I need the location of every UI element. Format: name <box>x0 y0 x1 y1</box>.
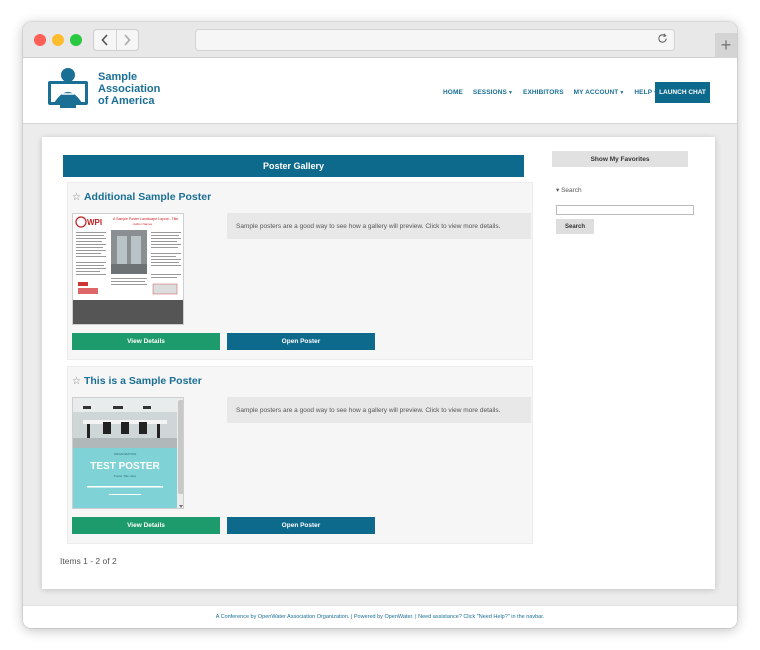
open-poster-button[interactable]: Open Poster <box>227 517 375 534</box>
thumb-heading-1: A Sample Poster Landscape Layout - Title <box>113 217 178 221</box>
poster-description: Sample posters are a good way to see how… <box>227 397 531 423</box>
logo-icon <box>48 68 88 108</box>
forward-button[interactable] <box>115 30 139 50</box>
browser-titlebar: + <box>23 22 737 58</box>
thumb-heading-2: TEST POSTER <box>90 461 160 472</box>
nav-home-label: HOME <box>443 89 463 96</box>
back-button[interactable] <box>94 30 116 50</box>
content-area: Poster Gallery ☆ Additional Sample Poste… <box>23 125 737 605</box>
caret-down-icon: ▼ <box>507 90 514 96</box>
chevron-right-icon <box>124 34 131 46</box>
thumb-sub-2: Poster Title Here <box>114 474 137 478</box>
main-panel: Poster Gallery ☆ Additional Sample Poste… <box>42 137 715 589</box>
poster-title[interactable]: ☆ Additional Sample Poster <box>72 191 211 203</box>
poster-thumbnail[interactable]: WPI A Sample Poster Landscape Layout - T… <box>72 213 184 325</box>
gallery-title: Poster Gallery <box>63 155 524 177</box>
nav-exhibitors[interactable]: EXHIBITORS <box>523 89 564 96</box>
poster-card: ☆ This is a Sample Poster ORGANIZATION T… <box>67 366 533 544</box>
poster-title[interactable]: ☆ This is a Sample Poster <box>72 375 202 387</box>
history-nav <box>93 29 139 51</box>
chevron-left-icon <box>101 34 108 46</box>
search-button[interactable]: Search <box>556 219 594 234</box>
maximize-window-button[interactable] <box>70 34 82 46</box>
poster-card: ☆ Additional Sample Poster WPI A Sample … <box>67 182 533 360</box>
star-icon[interactable]: ☆ <box>72 376 81 387</box>
site-footer: A Conference by OpenWater Association Or… <box>23 605 737 628</box>
new-tab-button[interactable]: + <box>715 33 737 58</box>
caret-down-icon: ▼ <box>619 90 625 96</box>
main-nav: HOME SESSIONS▼ EXHIBITORS MY ACCOUNT▼ HE… <box>443 89 658 96</box>
thumb-sub-1: Author Names <box>133 222 153 226</box>
pagination-info: Items 1 - 2 of 2 <box>60 556 117 566</box>
star-icon[interactable]: ☆ <box>72 192 81 203</box>
nav-exhibitors-label: EXHIBITORS <box>523 89 564 96</box>
poster-title-text: Additional Sample Poster <box>83 191 212 203</box>
open-poster-button[interactable]: Open Poster <box>227 333 375 350</box>
launch-chat-button[interactable]: LAUNCH CHAT <box>655 82 710 103</box>
search-input[interactable] <box>556 205 694 215</box>
nav-sessions[interactable]: SESSIONS▼ <box>473 89 513 96</box>
view-details-button[interactable]: View Details <box>72 333 220 350</box>
nav-sessions-label: SESSIONS <box>472 89 507 96</box>
poster-thumbnail[interactable]: ORGANIZATION TEST POSTER Poster Title He… <box>72 397 184 509</box>
nav-my-account-label: MY ACCOUNT <box>573 89 619 96</box>
poster-title-text: This is a Sample Poster <box>83 375 202 387</box>
logo-line-2: Association <box>98 83 161 95</box>
reload-icon[interactable] <box>657 32 668 47</box>
close-window-button[interactable] <box>34 34 46 46</box>
show-favorites-button[interactable]: Show My Favorites <box>552 151 688 167</box>
view-details-button[interactable]: View Details <box>72 517 220 534</box>
minimize-window-button[interactable] <box>52 34 64 46</box>
thumb-org: ORGANIZATION <box>114 452 137 456</box>
poster-description: Sample posters are a good way to see how… <box>227 213 531 239</box>
address-bar[interactable] <box>195 29 675 51</box>
poster-thumbnail-image: ORGANIZATION TEST POSTER Poster Title He… <box>73 398 183 508</box>
nav-help-label: HELP <box>634 89 653 96</box>
thumb-wpi: WPI <box>87 218 102 227</box>
search-toggle[interactable]: ▾ Search <box>556 186 582 194</box>
footer-text[interactable]: A Conference by OpenWater Association Or… <box>216 614 545 620</box>
browser-window: + Sample Association of America HOME SES… <box>23 22 737 628</box>
logo-line-3: of America <box>98 95 155 107</box>
poster-thumbnail-image: WPI A Sample Poster Landscape Layout - T… <box>73 214 183 324</box>
nav-my-account[interactable]: MY ACCOUNT▼ <box>574 89 625 96</box>
site-logo-text[interactable]: Sample Association of America <box>98 71 178 107</box>
site-header: Sample Association of America HOME SESSI… <box>23 58 737 124</box>
nav-home[interactable]: HOME <box>443 89 463 96</box>
logo-line-1: Sample <box>98 71 138 83</box>
